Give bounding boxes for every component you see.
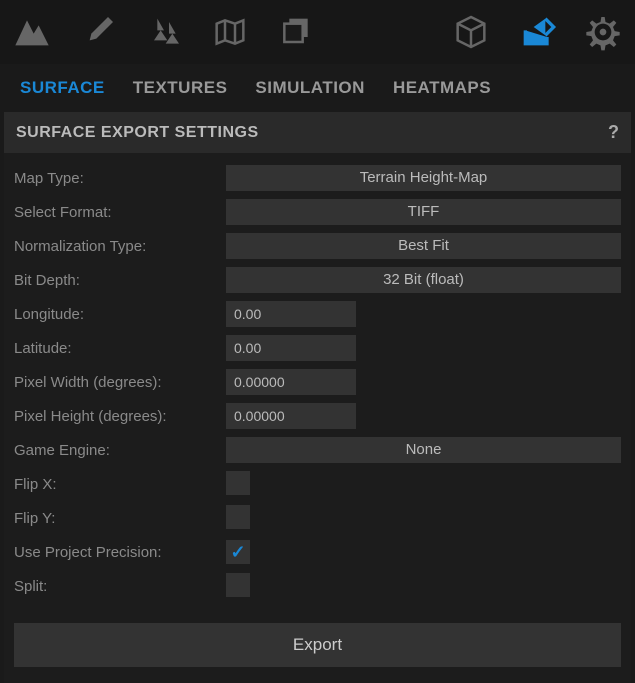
map-icon[interactable]	[206, 8, 254, 56]
use-project-precision-label: Use Project Precision:	[8, 544, 226, 561]
game-engine-label: Game Engine:	[8, 442, 226, 459]
gear-icon[interactable]	[579, 8, 627, 56]
latitude-label: Latitude:	[8, 340, 226, 357]
layers-icon[interactable]	[272, 8, 320, 56]
longitude-label: Longitude:	[8, 306, 226, 323]
game-engine-dropdown[interactable]: None	[226, 437, 621, 463]
settings-form: Map Type: Terrain Height-Map Select Form…	[4, 153, 631, 683]
main-toolbar	[0, 0, 635, 64]
pixel-height-label: Pixel Height (degrees):	[8, 408, 226, 425]
share-icon[interactable]	[513, 8, 561, 56]
split-checkbox[interactable]	[226, 573, 250, 597]
bit-depth-dropdown[interactable]: 32 Bit (float)	[226, 267, 621, 293]
tab-surface[interactable]: SURFACE	[20, 78, 105, 98]
trees-icon[interactable]	[140, 8, 188, 56]
normalization-type-dropdown[interactable]: Best Fit	[226, 233, 621, 259]
settings-panel: SURFACE EXPORT SETTINGS ? Map Type: Terr…	[4, 112, 631, 683]
select-format-dropdown[interactable]: TIFF	[226, 199, 621, 225]
pixel-width-label: Pixel Width (degrees):	[8, 374, 226, 391]
pixel-height-input[interactable]	[226, 403, 356, 429]
export-button[interactable]: Export	[14, 623, 621, 667]
flip-x-label: Flip X:	[8, 476, 226, 493]
use-project-precision-checkbox[interactable]	[226, 540, 250, 564]
help-icon[interactable]: ?	[608, 122, 619, 143]
mountain-icon[interactable]	[8, 8, 56, 56]
tab-textures[interactable]: TEXTURES	[133, 78, 228, 98]
map-type-label: Map Type:	[8, 170, 226, 187]
pixel-width-input[interactable]	[226, 369, 356, 395]
export-tabs: SURFACE TEXTURES SIMULATION HEATMAPS	[0, 64, 635, 112]
longitude-input[interactable]	[226, 301, 356, 327]
select-format-label: Select Format:	[8, 204, 226, 221]
normalization-type-label: Normalization Type:	[8, 238, 226, 255]
flip-y-checkbox[interactable]	[226, 505, 250, 529]
panel-header: SURFACE EXPORT SETTINGS ?	[4, 112, 631, 153]
split-label: Split:	[8, 578, 226, 595]
tab-simulation[interactable]: SIMULATION	[255, 78, 365, 98]
latitude-input[interactable]	[226, 335, 356, 361]
brush-icon[interactable]	[74, 8, 122, 56]
flip-y-label: Flip Y:	[8, 510, 226, 527]
cube-icon[interactable]	[447, 8, 495, 56]
panel-title: SURFACE EXPORT SETTINGS	[16, 124, 259, 142]
flip-x-checkbox[interactable]	[226, 471, 250, 495]
bit-depth-label: Bit Depth:	[8, 272, 226, 289]
tab-heatmaps[interactable]: HEATMAPS	[393, 78, 491, 98]
map-type-dropdown[interactable]: Terrain Height-Map	[226, 165, 621, 191]
